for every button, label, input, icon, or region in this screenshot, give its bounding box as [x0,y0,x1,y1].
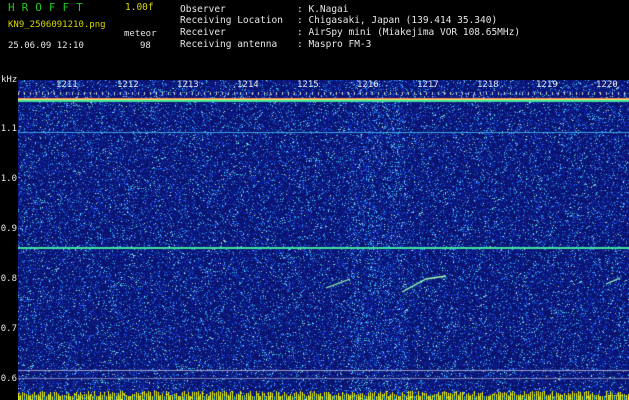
x-tick-label: 1213 [177,80,199,90]
y-axis-unit: kHz [1,75,18,85]
y-tick-label: 0.9 [0,224,17,234]
x-tick-label: 1216 [357,80,379,90]
header-panel: HROFFT 1.00f KN9_2506091210.png meteor 9… [0,0,629,78]
x-tick-label: 1220 [596,80,618,90]
y-tick-label: 0.8 [0,274,17,284]
info-key-antenna: Receiving antenna [180,39,278,50]
file-name: KN9_2506091210.png [8,20,106,30]
y-tick-label: 0.7 [0,324,17,334]
x-tick-label: 1217 [417,80,439,90]
y-tick-label: 1.1 [0,124,17,134]
app-title: HROFFT [8,1,90,14]
x-tick-label: 1218 [477,80,499,90]
info-value-location: : Chigasaki, Japan (139.414 35.340) [297,15,498,26]
info-value-receiver: : AirSpy mini (Miakejima VOR 108.65MHz) [297,27,521,38]
y-tick-label: 1.0 [0,174,17,184]
x-tick-label: 1215 [297,80,319,90]
y-tick-label: 0.6 [0,374,17,384]
info-key-observer: Observer [180,4,226,15]
waterfall-spectrogram[interactable] [18,80,629,400]
x-tick-label: 1212 [117,80,139,90]
info-key-location: Receiving Location [180,15,283,26]
x-tick-label: 1214 [237,80,259,90]
info-value-antenna: : Maspro FM-3 [297,39,372,50]
app-version: 1.00f [125,2,154,13]
info-key-receiver: Receiver [180,27,226,38]
meteor-count-label: meteor [124,29,157,39]
meteor-count-value: 98 [140,41,151,51]
capture-datetime: 25.06.09 12:10 [8,41,84,51]
info-value-observer: : K.Nagai [297,4,349,15]
x-tick-label: 1219 [536,80,558,90]
x-tick-label: 1211 [56,80,78,90]
